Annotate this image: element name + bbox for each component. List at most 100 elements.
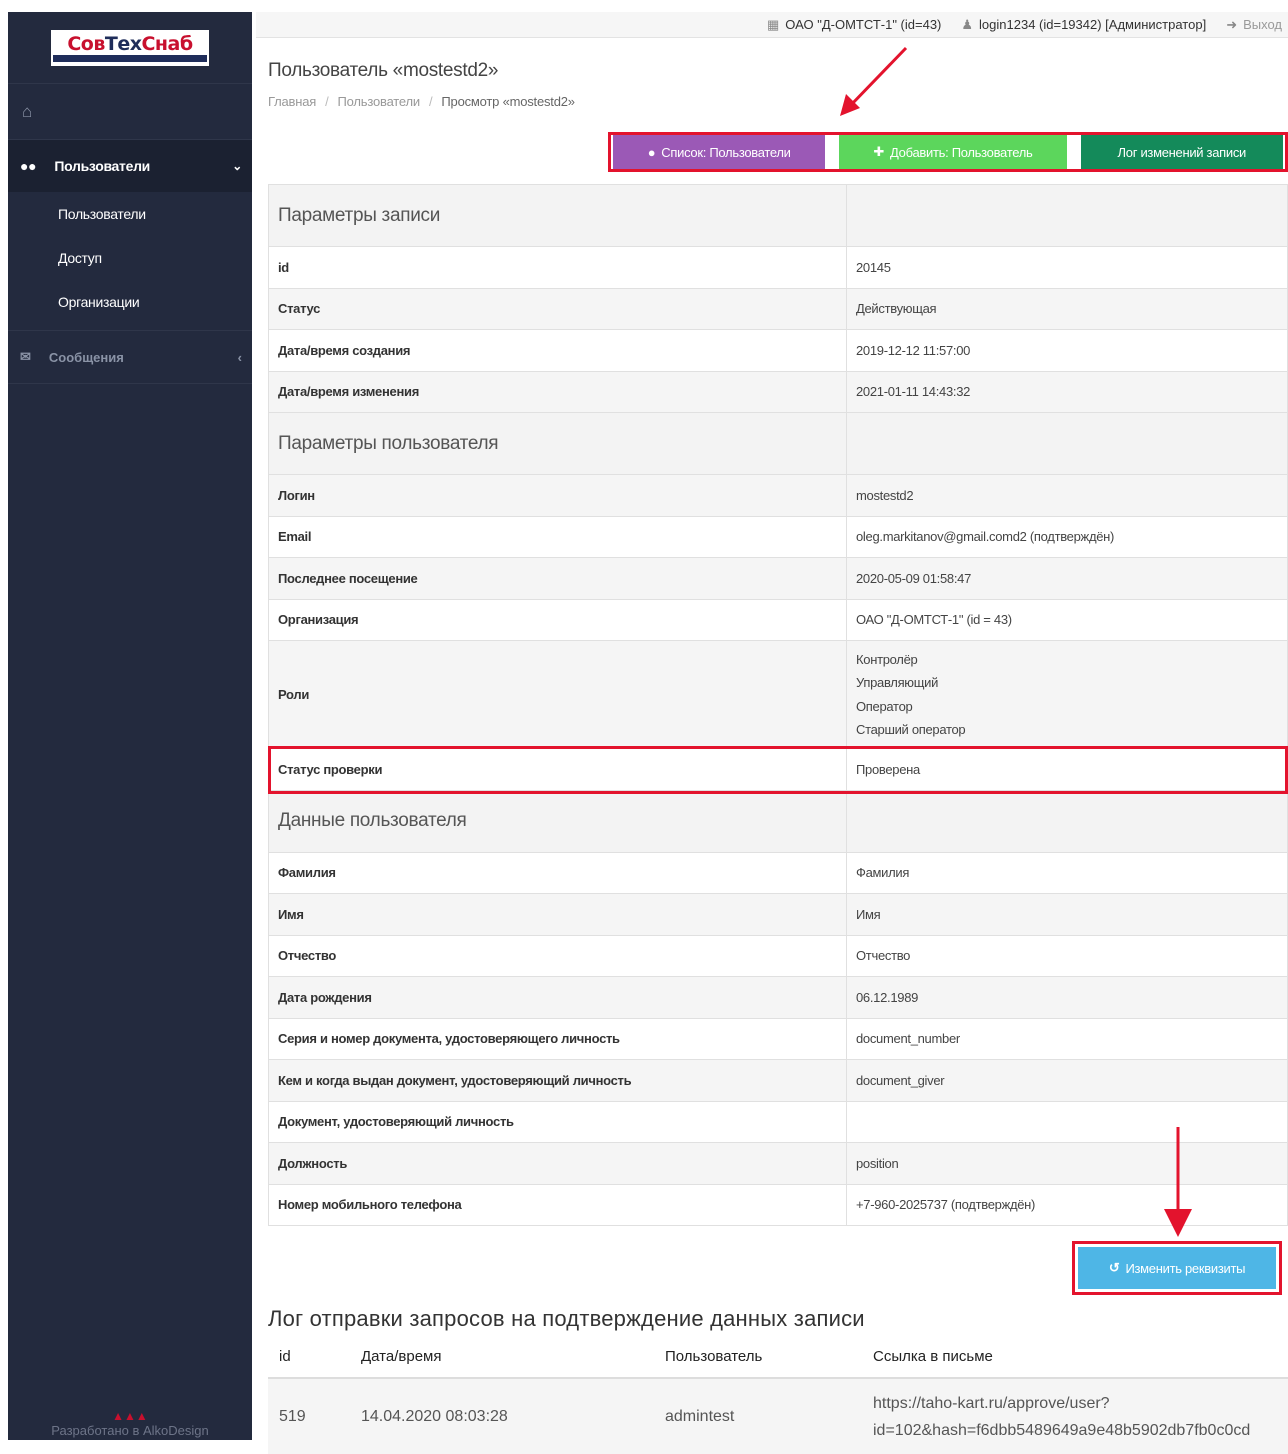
undo-icon: ↺ [1109, 1260, 1120, 1276]
column-header-datetime: Дата/время [350, 1336, 654, 1378]
column-header-id: id [268, 1336, 350, 1378]
field-value: 06.12.1989 [847, 977, 1288, 1019]
list-users-button[interactable]: ●Список: Пользователи [613, 135, 825, 169]
field-label: Должность [269, 1143, 847, 1185]
section-header: Данные пользователя [269, 790, 1288, 852]
edit-button-highlight: ↺Изменить реквизиты [1072, 1241, 1282, 1295]
table-row: Должностьposition [269, 1143, 1288, 1185]
sidebar-item-label: Пользователи [58, 206, 146, 222]
field-value: position [847, 1143, 1288, 1185]
link-line: id=102&hash=f6dbb5489649a9e48b5902db7fb0… [873, 1417, 1277, 1444]
log-title: Лог отправки запросов на подтверждение д… [268, 1306, 865, 1332]
change-log-button[interactable]: Лог изменений записи [1081, 135, 1283, 169]
add-user-button[interactable]: ✚Добавить: Пользователь [839, 135, 1066, 169]
field-value: ОАО "Д-ОМТСТ-1" (id = 43) [847, 599, 1288, 641]
table-row: ИмяИмя [269, 894, 1288, 936]
table-row: Номер мобильного телефона+7-960-2025737 … [269, 1184, 1288, 1226]
footer-text[interactable]: Разработано в AlkoDesign [8, 1423, 252, 1438]
sidebar-item-access[interactable]: Доступ [8, 236, 252, 280]
field-label: Имя [269, 894, 847, 936]
cell-user: admintest [654, 1378, 862, 1454]
cell-link[interactable]: https://taho-kart.ru/approve/user?id=102… [862, 1378, 1288, 1454]
field-label: Последнее посещение [269, 558, 847, 600]
field-value: +7-960-2025737 (подтверждён) [847, 1184, 1288, 1226]
logout-text: Выход [1243, 17, 1282, 32]
field-value [847, 1101, 1288, 1143]
topbar: ▦ОАО "Д-ОМТСТ-1" (id=43) ♟ login1234 (id=… [256, 12, 1288, 38]
table-row: ФамилияФамилия [269, 852, 1288, 894]
alkodesign-logo-icon: ▲▲▲ [8, 1409, 252, 1423]
field-label: Организация [269, 599, 847, 641]
role-item: Старший оператор [856, 718, 1278, 742]
request-log-table: id Дата/время Пользователь Ссылка в пись… [268, 1336, 1288, 1454]
chevron-left-icon: ‹ [238, 350, 242, 365]
table-row: Последнее посещение2020-05-09 01:58:47 [269, 558, 1288, 600]
breadcrumb-home[interactable]: Главная [268, 94, 316, 109]
role-item: Контролёр [856, 648, 1278, 672]
main-content: Пользователь «mostestd2» Главная/Пользов… [256, 38, 1288, 1440]
table-row: Дата рождения06.12.1989 [269, 977, 1288, 1019]
footer: ▲▲▲ Разработано в AlkoDesign [8, 1409, 252, 1440]
field-label: Отчество [269, 935, 847, 977]
table-row: СтатусДействующая [269, 288, 1288, 330]
home-link[interactable]: ⌂ [8, 84, 252, 140]
sidebar-item-users-group[interactable]: ●● Пользователи ⌄ [8, 140, 252, 192]
table-row: Дата/время изменения2021-01-11 14:43:32 [269, 371, 1288, 413]
section-title: Параметры записи [269, 185, 847, 247]
breadcrumb-users[interactable]: Пользователи [338, 94, 420, 109]
field-value: Проверена [847, 749, 1288, 791]
envelope-icon: ✉ [20, 349, 31, 365]
logo[interactable]: СовТехСнаб [8, 12, 252, 84]
table-row: 519 14.04.2020 08:03:28 admintest https:… [268, 1378, 1288, 1454]
sidebar-item-messages[interactable]: ✉ Сообщения ‹ [8, 330, 252, 384]
sidebar: СовТехСнаб ⌂ ●● Пользователи ⌄ Пользоват… [8, 12, 252, 1440]
user-text: login1234 (id=19342) [Администратор] [979, 17, 1206, 32]
field-value: Отчество [847, 935, 1288, 977]
user-icon: ♟ [961, 17, 973, 33]
table-row: Дата/время создания2019-12-12 11:57:00 [269, 330, 1288, 372]
table-row: Логинmostestd2 [269, 475, 1288, 517]
sidebar-item-organizations[interactable]: Организации [8, 280, 252, 324]
field-label: id [269, 247, 847, 289]
table-header-row: id Дата/время Пользователь Ссылка в пись… [268, 1336, 1288, 1378]
link-line: https://taho-kart.ru/approve/user? [873, 1390, 1277, 1417]
field-value: 2021-01-11 14:43:32 [847, 371, 1288, 413]
field-label: Документ, удостоверяющий личность [269, 1101, 847, 1143]
action-buttons-highlight: ●Список: Пользователи ✚Добавить: Пользов… [608, 132, 1288, 172]
field-value: 2020-05-09 01:58:47 [847, 558, 1288, 600]
building-icon: ▦ [767, 17, 779, 33]
sign-out-icon: ➜ [1226, 17, 1237, 33]
sidebar-item-users[interactable]: Пользователи [8, 192, 252, 236]
table-row: Кем и когда выдан документ, удостоверяющ… [269, 1060, 1288, 1102]
page-title: Пользователь «mostestd2» [268, 60, 498, 82]
field-label: Статус [269, 288, 847, 330]
org-info[interactable]: ▦ОАО "Д-ОМТСТ-1" (id=43) [767, 17, 941, 33]
column-header-link: Ссылка в письме [862, 1336, 1288, 1378]
table-row: ОрганизацияОАО "Д-ОМТСТ-1" (id = 43) [269, 599, 1288, 641]
field-label: Фамилия [269, 852, 847, 894]
edit-details-button[interactable]: ↺Изменить реквизиты [1078, 1247, 1276, 1289]
sidebar-item-label: Сообщения [49, 350, 238, 365]
table-row: Роли Контролёр Управляющий Оператор Стар… [269, 641, 1288, 749]
cell-datetime: 14.04.2020 08:03:28 [350, 1378, 654, 1454]
home-icon: ⌂ [22, 102, 32, 122]
field-value: document_giver [847, 1060, 1288, 1102]
section-spacer [847, 790, 1288, 852]
field-label: Дата/время изменения [269, 371, 847, 413]
role-item: Оператор [856, 695, 1278, 719]
button-label: Лог изменений записи [1118, 145, 1246, 160]
logo-part-1: Сов [67, 33, 105, 55]
field-label: Роли [269, 641, 847, 749]
column-header-user: Пользователь [654, 1336, 862, 1378]
cell-id: 519 [268, 1378, 350, 1454]
field-label: Номер мобильного телефона [269, 1184, 847, 1226]
logout-link[interactable]: ➜ Выход [1226, 17, 1282, 33]
field-label: Серия и номер документа, удостоверяющего… [269, 1018, 847, 1060]
section-header: Параметры записи [269, 185, 1288, 247]
section-title: Данные пользователя [269, 790, 847, 852]
field-label: Дата рождения [269, 977, 847, 1019]
role-item: Управляющий [856, 671, 1278, 695]
user-info[interactable]: ♟ login1234 (id=19342) [Администратор] [961, 17, 1206, 33]
breadcrumb: Главная/Пользователи/Просмотр «mostestd2… [268, 94, 575, 109]
field-value: 2019-12-12 11:57:00 [847, 330, 1288, 372]
